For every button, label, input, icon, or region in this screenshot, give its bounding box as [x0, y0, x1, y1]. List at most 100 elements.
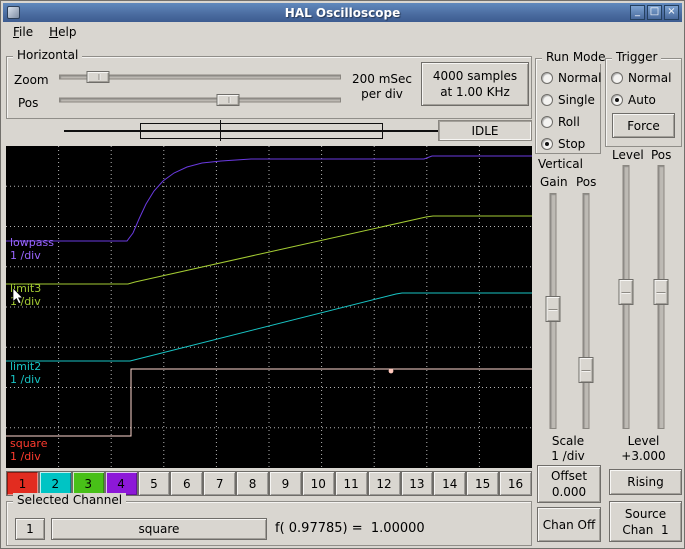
channel-button-7[interactable]: 7 [203, 471, 237, 496]
record-view-box[interactable] [140, 123, 383, 139]
radio-icon [541, 72, 553, 84]
trigger-force-label: Force [627, 118, 660, 133]
run-mode-option-single[interactable]: Single [541, 92, 600, 108]
timebase-line1: 200 mSec [351, 72, 412, 86]
samples-line1: 4000 samples [432, 69, 518, 83]
trigger-frame-label: Trigger [612, 50, 662, 64]
channel-button-8[interactable]: 8 [236, 471, 269, 496]
menu-file[interactable]: File [5, 23, 41, 41]
app-window: HAL Oscilloscope _ □ × File Help Horizonta… [0, 0, 685, 549]
run-mode-options: Normal Single Roll Stop [536, 70, 601, 152]
menubar: File Help [3, 22, 682, 42]
channel-button-16[interactable]: 16 [499, 471, 532, 496]
trigger-level-slider[interactable] [618, 165, 633, 429]
run-mode-option-normal[interactable]: Normal [541, 70, 601, 86]
trigger-source-line2: Chan 1 [622, 522, 669, 537]
vertical-section-label: Vertical [538, 157, 583, 171]
channel-button-12[interactable]: 12 [367, 471, 401, 496]
selected-channel-number: 1 [26, 522, 34, 536]
offset-label: Offset [550, 469, 588, 483]
trigger-level-value-label: Level [627, 434, 660, 448]
trace-label-limit2: limit2 [10, 360, 41, 373]
scope-grid [6, 146, 532, 468]
horizontal-pos-slider-trough [59, 97, 341, 103]
timebase-line2: per div [361, 87, 403, 101]
radio-label: Roll [558, 115, 580, 129]
selected-channel-name-button[interactable]: square [51, 518, 267, 540]
channel-button-6[interactable]: 6 [170, 471, 204, 496]
selected-channel-number-button[interactable]: 1 [15, 518, 45, 540]
trigger-source-button[interactable]: Source Chan 1 [609, 501, 682, 542]
scope-area[interactable]: lowpass 1 /div limit3 1 /div limit2 1 /div squ… [6, 146, 532, 468]
trigger-level-label: Level [612, 148, 644, 162]
radio-label: Single [558, 93, 595, 107]
radio-label: Stop [558, 137, 586, 151]
trigger-mode-option-auto[interactable]: Auto [611, 92, 681, 108]
trigger-level-readout: Level +3.000 [605, 434, 682, 464]
minimize-button[interactable]: _ [630, 5, 645, 20]
trigger-pos-slider[interactable] [653, 165, 668, 429]
trigger-edge-label: Rising [627, 475, 664, 489]
selected-channel-frame-label: Selected Channel [13, 493, 127, 507]
trigger-level-slider-handle[interactable] [618, 278, 633, 305]
offset-value: 0.000 [551, 485, 587, 499]
trace-label-square: square [10, 437, 48, 450]
run-mode-frame-label: Run Mode [542, 50, 610, 64]
zoom-slider[interactable] [59, 70, 341, 84]
trigger-options: Normal Auto [606, 70, 681, 108]
radio-label: Normal [628, 71, 672, 85]
maximize-button[interactable]: □ [647, 5, 662, 20]
channel-button-9[interactable]: 9 [269, 471, 302, 496]
menu-help-rest: elp [58, 25, 77, 39]
radio-icon [541, 138, 553, 150]
scope-display[interactable]: lowpass1 /divlimit31 /divlimit21 /divsqu… [6, 146, 532, 468]
close-button[interactable]: × [664, 5, 679, 20]
menu-help-accel: H [49, 25, 59, 39]
trigger-frame: Trigger Normal Auto Force [605, 50, 682, 147]
trace-units-lowpass: 1 /div [10, 249, 41, 262]
horizontal-pos-slider-handle[interactable] [216, 94, 240, 106]
channel-button-5[interactable]: 5 [137, 471, 171, 496]
trigger-level-value: +3.000 [621, 449, 666, 463]
radio-label: Auto [628, 93, 656, 107]
channel-button-15[interactable]: 15 [466, 471, 500, 496]
channel-button-13[interactable]: 13 [400, 471, 434, 496]
horizontal-frame: Horizontal Zoom Pos 200 mSec per div 400… [6, 48, 532, 119]
menu-help[interactable]: Help [41, 23, 84, 41]
vertical-pos-slider[interactable] [578, 193, 593, 429]
trigger-marker [388, 368, 394, 374]
channel-button-11[interactable]: 11 [334, 471, 368, 496]
run-mode-option-roll[interactable]: Roll [541, 114, 600, 130]
horizontal-frame-label: Horizontal [13, 48, 83, 62]
radio-icon [541, 94, 553, 106]
sample-rate-button[interactable]: 4000 samples at 1.00 KHz [421, 62, 529, 106]
gain-slider[interactable] [545, 193, 560, 429]
scale-label: Scale [551, 434, 585, 448]
chan-off-label: Chan Off [542, 517, 596, 532]
horizontal-pos-label: Pos [18, 96, 39, 110]
radio-icon [611, 94, 623, 106]
trigger-edge-button[interactable]: Rising [609, 469, 682, 495]
horizontal-pos-slider[interactable] [59, 93, 341, 107]
channel-button-10[interactable]: 10 [301, 471, 335, 496]
offset-button[interactable]: Offset 0.000 [537, 465, 601, 503]
chan-off-button[interactable]: Chan Off [537, 507, 601, 542]
vertical-pos-slider-handle[interactable] [578, 357, 593, 383]
radio-icon [541, 116, 553, 128]
run-mode-option-stop[interactable]: Stop [541, 136, 600, 152]
capture-status: IDLE [471, 123, 499, 138]
channel-button-14[interactable]: 14 [433, 471, 467, 496]
record-trigger-tick [220, 120, 221, 141]
vertical-pos-slider-trough [582, 193, 589, 429]
radio-icon [611, 72, 623, 84]
trigger-force-button[interactable]: Force [612, 113, 675, 138]
trigger-pos-label: Pos [651, 148, 672, 162]
timebase-readout: 200 mSec per div [344, 72, 420, 102]
trigger-mode-option-normal[interactable]: Normal [611, 70, 681, 86]
trigger-pos-slider-handle[interactable] [653, 278, 668, 305]
titlebar[interactable]: HAL Oscilloscope _ □ × [3, 3, 682, 22]
trace-units-limit2: 1 /div [10, 373, 41, 386]
gain-slider-handle[interactable] [545, 295, 560, 322]
selected-channel-frame: Selected Channel 1 square f( 0.97785) = … [6, 493, 532, 546]
zoom-slider-handle[interactable] [86, 71, 110, 83]
